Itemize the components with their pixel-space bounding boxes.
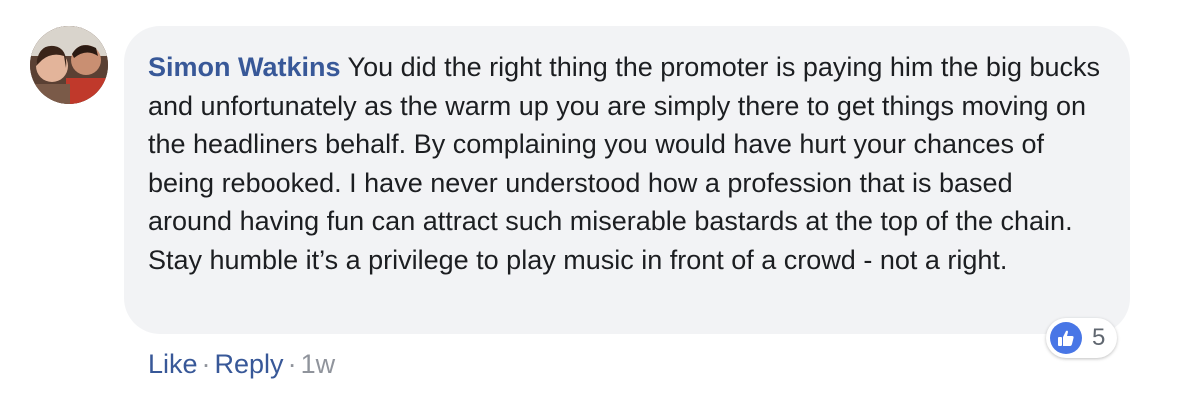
- avatar[interactable]: [30, 26, 108, 104]
- reaction-count: 5: [1092, 324, 1106, 351]
- comment: Simon Watkins You did the right thing th…: [0, 0, 1204, 400]
- like-button[interactable]: Like: [148, 349, 198, 379]
- separator-dot: ·: [287, 349, 297, 379]
- comment-author-link[interactable]: Simon Watkins: [148, 52, 341, 82]
- like-thumbs-up-icon: [1050, 322, 1082, 354]
- comment-bubble: Simon Watkins You did the right thing th…: [124, 26, 1130, 334]
- comment-text: You did the right thing the promoter is …: [148, 52, 1101, 275]
- reaction-summary[interactable]: 5: [1046, 318, 1118, 358]
- reply-button[interactable]: Reply: [215, 349, 284, 379]
- comment-timestamp[interactable]: 1w: [301, 349, 336, 379]
- separator-dot: ·: [201, 349, 211, 379]
- avatar-photo: [30, 26, 108, 104]
- comment-actions: Like · Reply · 1w: [148, 346, 335, 382]
